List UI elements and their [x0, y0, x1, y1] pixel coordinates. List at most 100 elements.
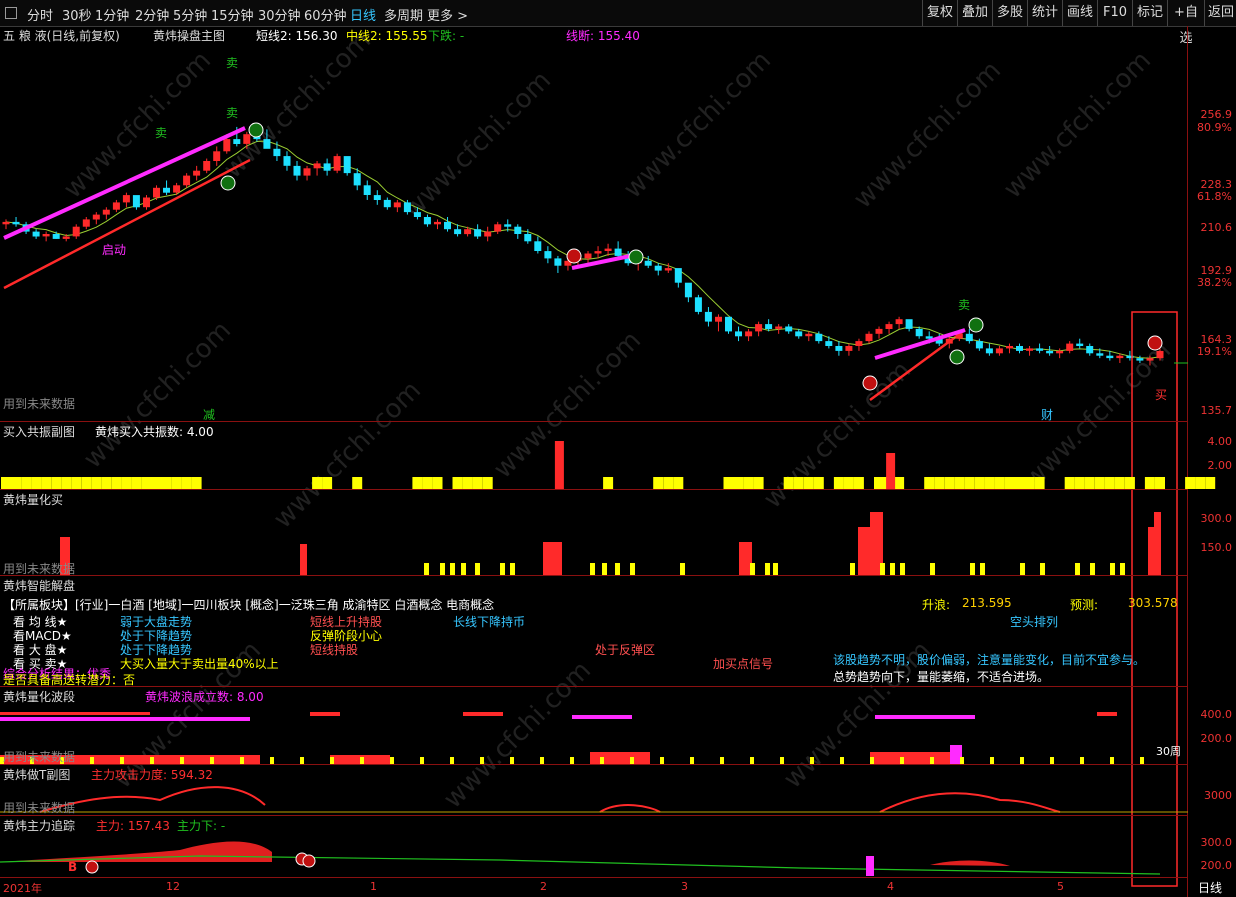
- candle-body: [654, 265, 662, 271]
- wave-tick: [360, 757, 364, 764]
- quant-bar-red: [549, 542, 556, 575]
- track-title[interactable]: 黄炜主力追踪: [3, 817, 75, 834]
- resonance-bar: [312, 477, 323, 489]
- x-label: 4: [887, 880, 894, 893]
- main-indicator-name[interactable]: 黄炜操盘主图: [153, 27, 225, 44]
- dot-title[interactable]: 黄炜做T副图: [3, 766, 70, 783]
- candle-body: [122, 195, 130, 203]
- candle-body: [584, 253, 592, 259]
- candle-body: [1076, 343, 1084, 346]
- candle-body: [1056, 350, 1064, 354]
- quant-bar-red: [739, 542, 746, 575]
- chart-canvas[interactable]: [0, 0, 1236, 897]
- resonance-bar: [81, 477, 92, 489]
- candle-body: [1016, 346, 1023, 351]
- x-label: 5: [1057, 880, 1064, 893]
- wave-band: [572, 715, 632, 719]
- quant-bar-yellow: [590, 563, 595, 575]
- percent-label: 61.8%: [1197, 190, 1232, 203]
- rise-value: 213.595: [962, 596, 1012, 610]
- resonance-bar: [803, 477, 814, 489]
- candle-body: [383, 199, 391, 208]
- wave-tick: [930, 757, 934, 764]
- resonance-bar: [984, 477, 995, 489]
- candle-body: [765, 324, 773, 329]
- x-label: 3: [681, 880, 688, 893]
- candle-body: [825, 341, 833, 346]
- resonance-bar: [191, 477, 202, 489]
- wave-tick: [450, 757, 454, 764]
- wave-tick: [480, 757, 484, 764]
- short-line-value: 短线2: 156.30: [256, 29, 338, 43]
- percent-label: 19.1%: [1197, 345, 1232, 358]
- candle-body: [905, 319, 913, 329]
- resonance-bar: [91, 477, 102, 489]
- resonance-bar: [462, 477, 473, 489]
- resonance-title[interactable]: 买入共振副图: [3, 423, 75, 440]
- wave-tick: [1110, 757, 1114, 764]
- candle-body: [875, 328, 883, 334]
- price-label: 135.7: [1200, 404, 1233, 417]
- panel-divider: [0, 489, 1188, 490]
- wave-band: [463, 712, 503, 716]
- resonance-bar: [924, 477, 935, 489]
- candle-body: [815, 333, 823, 342]
- resonance-bar: [41, 477, 52, 489]
- candle-body: [363, 185, 371, 195]
- resonance-bar: [51, 477, 62, 489]
- signal-circle-icon: [949, 349, 965, 365]
- mid-line-value: 中线2: 155.55: [346, 29, 428, 43]
- wave-volume: [590, 752, 650, 764]
- resonance-bar: [783, 477, 794, 489]
- quant-bar-red: [858, 527, 865, 575]
- wave-title[interactable]: 黄炜量化波段: [3, 688, 75, 705]
- quant-bar-yellow: [773, 563, 778, 575]
- buy-signal: 买: [1155, 388, 1168, 402]
- resonance-bar: [663, 477, 674, 489]
- quant-bar-red: [543, 542, 550, 575]
- resonance-bar: [753, 477, 764, 489]
- resonance-bar: [131, 477, 142, 489]
- quant-bar-yellow: [630, 563, 635, 575]
- signal-circle-icon: [968, 317, 984, 333]
- axis-label: 2.00: [1207, 459, 1233, 472]
- candle-body: [895, 319, 903, 325]
- quant-bar-yellow: [1020, 563, 1025, 575]
- wave-tick: [180, 757, 184, 764]
- quant-bar-red: [864, 527, 871, 575]
- candle-body: [865, 333, 873, 342]
- x-period[interactable]: 日线: [1198, 879, 1222, 896]
- analysis-c: 处于反弹区: [595, 643, 656, 657]
- resonance-bar: [964, 477, 975, 489]
- quant-buy-title[interactable]: 黄炜量化买: [3, 491, 63, 508]
- wave-tick: [780, 757, 784, 764]
- resonance-bar: [151, 477, 162, 489]
- resonance-bar: [31, 477, 42, 489]
- candle-body: [464, 229, 472, 235]
- resonance-bar: [653, 477, 664, 489]
- candle-body: [112, 202, 120, 210]
- candle-body: [775, 326, 783, 329]
- candle-body: [1146, 358, 1154, 361]
- resonance-bar: [11, 477, 21, 489]
- resonance-bar: [1195, 477, 1206, 489]
- candle-body: [484, 231, 492, 237]
- candle-body: [1136, 358, 1144, 361]
- resonance-bar: [452, 477, 463, 489]
- wave-tick: [270, 757, 274, 764]
- candle-body: [755, 324, 763, 332]
- wave-tick: [510, 757, 514, 764]
- candle-body: [233, 139, 241, 144]
- smart-title[interactable]: 黄炜智能解盘: [3, 577, 75, 594]
- wave-value: 黄炜波浪成立数: 8.00: [145, 690, 264, 704]
- quant-bar-yellow: [850, 563, 855, 575]
- resonance-bar-red: [554, 441, 564, 489]
- wave-tick: [540, 757, 544, 764]
- resonance-bar: [743, 477, 754, 489]
- resonance-bar: [101, 477, 112, 489]
- resonance-bar: [1034, 477, 1045, 489]
- analysis-d: 空头排列: [1010, 615, 1059, 629]
- candle-body: [343, 156, 351, 174]
- candle-body: [785, 326, 793, 332]
- quant-bar-yellow: [980, 563, 985, 575]
